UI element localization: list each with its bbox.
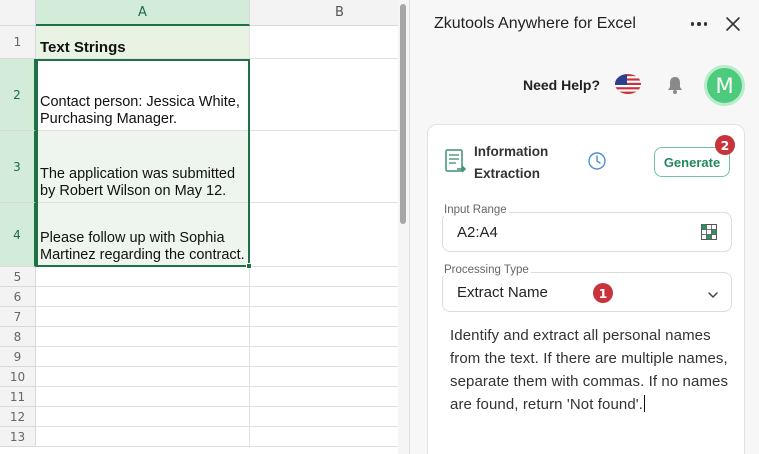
cell-a12[interactable]: [36, 407, 250, 427]
cell-b2[interactable]: [250, 59, 409, 131]
need-help-link[interactable]: Need Help?: [523, 77, 600, 93]
cell-b1[interactable]: [250, 26, 409, 59]
cell-b5[interactable]: [250, 267, 409, 287]
row-header-5[interactable]: 5: [0, 267, 36, 287]
row-header-7[interactable]: 7: [0, 307, 36, 327]
us-flag-icon[interactable]: [615, 74, 641, 94]
row-header-4[interactable]: 4: [0, 203, 36, 267]
row-header-12[interactable]: 12: [0, 407, 36, 427]
cell-b3[interactable]: [250, 131, 409, 203]
cell-a9[interactable]: [36, 347, 250, 367]
text-caret: [644, 395, 646, 412]
row-header-10[interactable]: 10: [0, 367, 36, 387]
input-range-field[interactable]: A2:A4: [442, 212, 732, 252]
row-header-1[interactable]: 1: [0, 26, 36, 59]
cell-a5[interactable]: [36, 267, 250, 287]
cell-b12[interactable]: [250, 407, 409, 427]
processing-type-select[interactable]: Extract Name 1: [442, 272, 732, 312]
task-pane: Zkutools Anywhere for Excel Need Help? M: [409, 0, 759, 454]
row-header-13[interactable]: 13: [0, 427, 36, 447]
cell-a3[interactable]: The application was submitted by Robert …: [36, 131, 250, 203]
row-header-11[interactable]: 11: [0, 387, 36, 407]
clock-icon[interactable]: [587, 151, 607, 171]
cell-b6[interactable]: [250, 287, 409, 307]
input-range-label: Input Range: [442, 204, 509, 216]
row-header-2[interactable]: 2: [0, 59, 36, 131]
cell-a7[interactable]: [36, 307, 250, 327]
cell-a2[interactable]: Contact person: Jessica White, Purchasin…: [36, 59, 250, 131]
spreadsheet: A B 1 2 3 4 5 6 7 8 9 10 11 12 13 Text S…: [0, 0, 409, 454]
cell-b8[interactable]: [250, 327, 409, 347]
column-header-b[interactable]: B: [250, 0, 409, 26]
cell-b9[interactable]: [250, 347, 409, 367]
cell-b10[interactable]: [250, 367, 409, 387]
prompt-textarea[interactable]: Identify and extract all personal names …: [450, 324, 730, 416]
step-badge-1: 1: [593, 283, 613, 303]
document-extract-icon: [445, 149, 467, 175]
chevron-down-icon[interactable]: [707, 287, 719, 299]
close-icon[interactable]: [722, 12, 744, 36]
scrollbar-thumb[interactable]: [400, 4, 406, 224]
user-avatar[interactable]: M: [704, 65, 745, 106]
input-range-value[interactable]: A2:A4: [457, 224, 498, 241]
cell-a6[interactable]: [36, 287, 250, 307]
select-all-corner[interactable]: [0, 0, 36, 26]
bell-icon[interactable]: [664, 74, 686, 96]
vertical-scrollbar[interactable]: [398, 0, 409, 454]
row-header-8[interactable]: 8: [0, 327, 36, 347]
processing-type-label: Processing Type: [442, 264, 531, 276]
step-badge-2: 2: [715, 135, 735, 155]
cell-a4[interactable]: Please follow up with Sophia Martinez re…: [36, 203, 250, 267]
cell-b4[interactable]: [250, 203, 409, 267]
tool-card: Information Extraction Generate 2 A2:A4: [427, 124, 745, 454]
row-header-9[interactable]: 9: [0, 347, 36, 367]
row-header-6[interactable]: 6: [0, 287, 36, 307]
prompt-text: Identify and extract all personal names …: [450, 327, 729, 413]
processing-type-value: Extract Name: [457, 284, 548, 301]
tool-name: Information Extraction: [474, 144, 549, 181]
cell-a11[interactable]: [36, 387, 250, 407]
grid-select-icon[interactable]: [701, 224, 717, 240]
cell-b13[interactable]: [250, 427, 409, 447]
cell-b11[interactable]: [250, 387, 409, 407]
pane-title: Zkutools Anywhere for Excel: [434, 15, 636, 32]
column-header-a[interactable]: A: [36, 0, 250, 26]
more-options-icon[interactable]: [686, 12, 712, 36]
row-header-3[interactable]: 3: [0, 131, 36, 203]
cell-a8[interactable]: [36, 327, 250, 347]
cell-a10[interactable]: [36, 367, 250, 387]
fill-handle[interactable]: [246, 263, 252, 269]
cell-b7[interactable]: [250, 307, 409, 327]
cell-a1[interactable]: Text Strings: [36, 26, 250, 59]
cell-a13[interactable]: [36, 427, 250, 447]
